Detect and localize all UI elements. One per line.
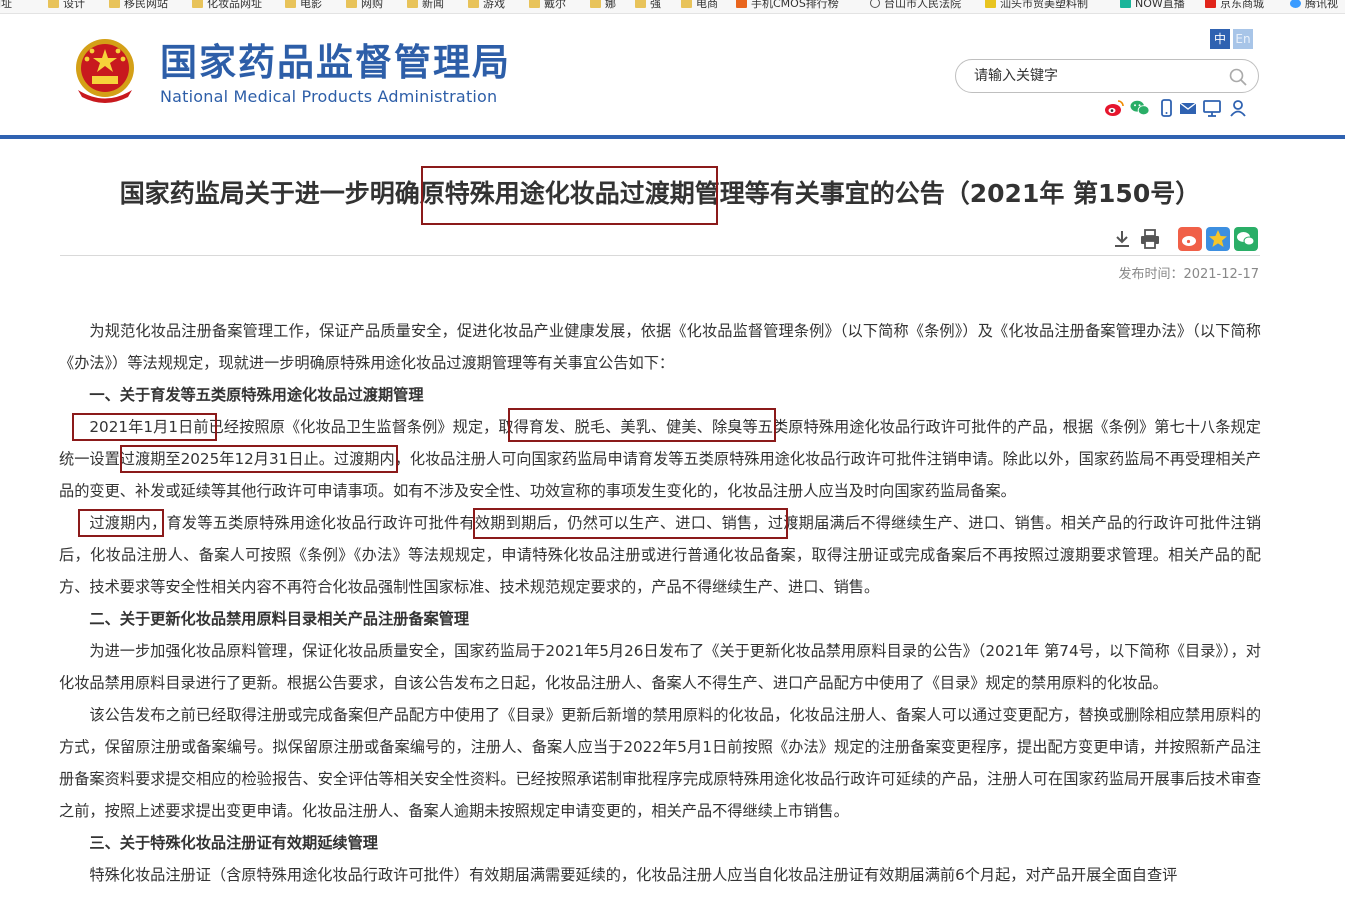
bookmarks-bar: 网址 设计 移民网站 化妆品网址 电影 网购 新闻 游戏 戴尔 娜 强 电商 手…	[0, 0, 1345, 14]
site-title[interactable]: 国家药品监督管理局	[160, 41, 511, 85]
article-title: 国家药监局关于进一步明确原特殊用途化妆品过渡期管理等有关事宜的公告（2021年 …	[119, 179, 1201, 208]
site-header: 国家药品监督管理局 National Medical Products Admi…	[0, 15, 1345, 137]
article-paragraph: 过渡期内，育发等五类原特殊用途化妆品行政许可批件有效期到期后，仍然可以生产、进口…	[59, 514, 1261, 596]
bookmark-item[interactable]: 手机CMOS排行榜	[736, 0, 839, 11]
bookmark-item[interactable]: 电商	[681, 0, 718, 11]
lang-zh-button[interactable]: 中	[1210, 29, 1230, 49]
bookmark-item[interactable]: 网购	[346, 0, 383, 11]
article-paragraph: 为进一步加强化妆品原料管理，保证化妆品质量安全，国家药监局于2021年5月26日…	[59, 642, 1261, 692]
section-heading: 三、关于特殊化妆品注册证有效期延续管理	[89, 834, 378, 852]
globe-icon	[870, 0, 880, 8]
bookmark-item[interactable]: 移民网站	[109, 0, 168, 11]
bookmark-item[interactable]: NOW直播	[1120, 0, 1185, 11]
search-input[interactable]	[974, 66, 1224, 86]
folder-icon	[192, 0, 203, 8]
national-emblem-icon[interactable]	[70, 35, 140, 105]
bookmark-item[interactable]: 设计	[48, 0, 85, 11]
user-icon[interactable]	[1228, 98, 1248, 118]
section-heading: 二、关于更新化妆品禁用原料目录相关产品注册备案管理	[89, 610, 470, 628]
bookmark-item[interactable]: 化妆品网址	[192, 0, 262, 11]
weibo-icon[interactable]	[1104, 98, 1124, 118]
bookmark-item[interactable]: 娜	[590, 0, 616, 11]
folder-icon	[285, 0, 296, 8]
print-icon[interactable]	[1139, 228, 1161, 250]
article-body: 为规范化妆品注册备案管理工作，保证产品质量安全，促进化妆品产业健康发展，依据《化…	[59, 315, 1261, 891]
download-icon[interactable]	[1111, 228, 1133, 250]
folder-icon	[48, 0, 59, 8]
folder-icon	[109, 0, 120, 8]
screen-icon[interactable]	[1202, 98, 1222, 118]
lang-en-button[interactable]: En	[1233, 29, 1253, 49]
site-subtitle: National Medical Products Administration	[160, 87, 498, 106]
tencent-icon	[1290, 0, 1301, 8]
wechat-icon[interactable]	[1130, 98, 1150, 118]
bookmark-item[interactable]: 腾讯视	[1290, 0, 1338, 11]
bookmark-item[interactable]: 台山市人民法院	[870, 0, 961, 11]
share-qzone-icon[interactable]	[1206, 227, 1230, 251]
now-live-icon	[1120, 0, 1131, 8]
yellow-site-icon	[985, 0, 996, 8]
article-paragraph: 该公告发布之前已经取得注册或完成备案但产品配方中使用了《目录》更新后新增的禁用原…	[59, 706, 1261, 820]
bookmark-item[interactable]: 电影	[285, 0, 322, 11]
publish-date: 发布时间：2021-12-17	[1118, 267, 1259, 282]
folder-icon	[468, 0, 479, 8]
bookmark-item[interactable]: 京东商城	[1205, 0, 1264, 11]
bookmark-item[interactable]: 戴尔	[529, 0, 566, 11]
bookmark-item[interactable]: 强	[635, 0, 661, 11]
folder-icon	[590, 0, 601, 8]
share-weibo-icon[interactable]	[1178, 227, 1202, 251]
article-paragraph: 为规范化妆品注册备案管理工作，保证产品质量安全，促进化妆品产业健康发展，依据《化…	[59, 322, 1261, 372]
header-divider	[0, 135, 1345, 139]
section-heading: 一、关于育发等五类原特殊用途化妆品过渡期管理	[89, 386, 424, 404]
article-paragraph: 2021年1月1日前已经按照原《化妆品卫生监督条例》规定，取得育发、脱毛、美乳、…	[59, 418, 1261, 500]
folder-icon	[681, 0, 692, 8]
folder-icon	[407, 0, 418, 8]
folder-icon	[346, 0, 357, 8]
folder-icon	[529, 0, 540, 8]
share-wechat-icon[interactable]	[1234, 227, 1258, 251]
mobile-icon[interactable]	[1156, 98, 1176, 118]
bookmark-item[interactable]: 游戏	[468, 0, 505, 11]
title-divider	[60, 255, 1260, 256]
bookmark-item[interactable]: 新闻	[407, 0, 444, 11]
search-box	[955, 59, 1259, 93]
bookmark-item[interactable]: 网址	[0, 0, 12, 11]
orange-site-icon	[736, 0, 747, 8]
jd-icon	[1205, 0, 1216, 8]
folder-icon	[635, 0, 646, 8]
mail-icon[interactable]	[1178, 98, 1198, 118]
article-paragraph: 特殊化妆品注册证（含原特殊用途化妆品行政许可批件）有效期届满需要延续的，化妆品注…	[89, 866, 1178, 884]
search-icon[interactable]	[1228, 67, 1248, 87]
bookmark-item[interactable]: 汕头市贸美塑料制	[985, 0, 1088, 11]
